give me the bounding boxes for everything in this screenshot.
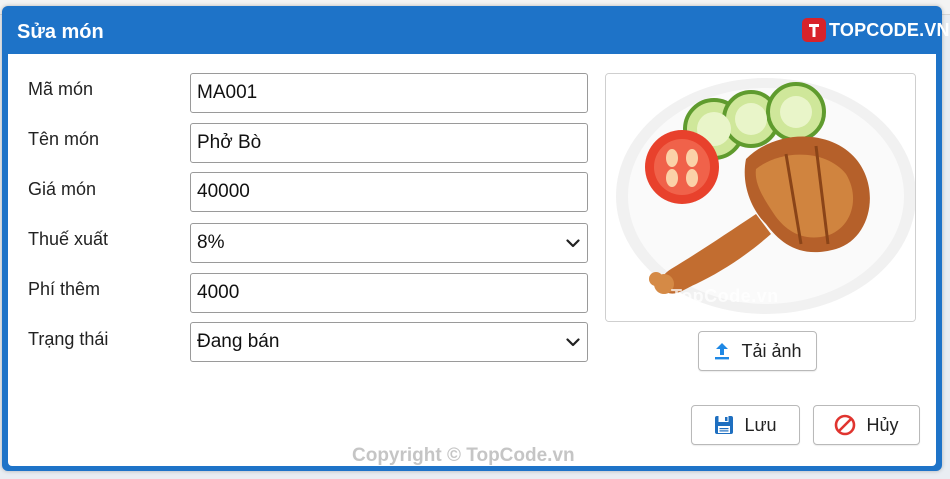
ma-mon-value: MA001 — [197, 82, 258, 103]
phi-them-value: 4000 — [197, 282, 240, 303]
trang-thai-value: Đang bán — [197, 331, 280, 352]
dish-photo-preview — [605, 73, 916, 322]
background-edge-mark — [943, 56, 949, 72]
topcode-logo-icon — [802, 18, 826, 42]
gia-mon-input[interactable]: 40000 — [190, 172, 588, 212]
thue-xuat-value: 8% — [197, 232, 225, 253]
topcode-logo-text: TOPCODE.VN — [829, 19, 950, 40]
cancel-icon — [834, 414, 856, 436]
cancel-button[interactable]: Hủy — [813, 405, 920, 445]
label-trang-thai: Trạng thái — [28, 329, 109, 349]
save-label: Lưu — [744, 414, 777, 435]
upload-icon — [713, 341, 731, 361]
copyright-watermark: Copyright © TopCode.vn — [352, 445, 575, 466]
dialog-title: Sửa món — [17, 21, 104, 43]
floppy-disk-icon — [714, 415, 734, 435]
phi-them-input[interactable]: 4000 — [190, 273, 588, 313]
upload-image-label: Tải ảnh — [741, 340, 802, 361]
gia-mon-value: 40000 — [197, 181, 250, 202]
label-phi-them: Phí thêm — [28, 279, 101, 299]
chevron-down-icon — [565, 334, 581, 350]
label-ten-mon: Tên món — [28, 129, 100, 149]
thue-xuat-select[interactable]: 8% — [190, 223, 588, 263]
trang-thai-select[interactable]: Đang bán — [190, 322, 588, 362]
ten-mon-value: Phở Bò — [197, 132, 262, 153]
label-thue-xuat: Thuế xuất — [28, 229, 109, 249]
photo-watermark: TopCode.vn — [671, 286, 779, 306]
save-button[interactable]: Lưu — [691, 405, 800, 445]
dish-photo-image — [606, 74, 915, 321]
label-gia-mon: Giá món — [28, 179, 97, 199]
topcode-logo: TOPCODE.VN — [802, 16, 950, 44]
label-ma-mon: Mã món — [28, 79, 94, 99]
upload-image-button[interactable]: Tải ảnh — [698, 331, 817, 371]
cancel-label: Hủy — [866, 414, 899, 435]
chevron-down-icon — [565, 235, 581, 251]
ten-mon-input[interactable]: Phở Bò — [190, 123, 588, 163]
ma-mon-input[interactable]: MA001 — [190, 73, 588, 113]
